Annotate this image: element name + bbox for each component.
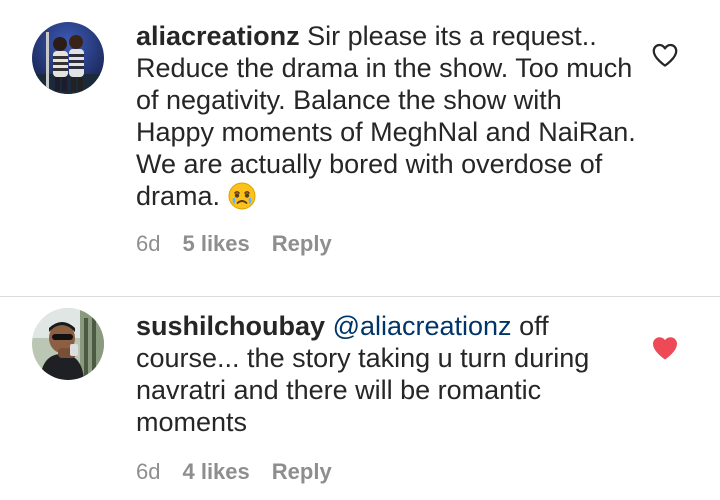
- avatar-photo: [32, 308, 104, 380]
- comment-meta: 6d 5 likes Reply: [136, 231, 332, 257]
- avatar[interactable]: [32, 308, 104, 380]
- comment-username[interactable]: aliacreationz: [136, 21, 300, 51]
- reply-button[interactable]: Reply: [272, 231, 332, 257]
- mention-link[interactable]: @aliacreationz: [333, 311, 512, 341]
- crying-face-emoji: [228, 182, 256, 210]
- comment-item: sushilchoubay @aliacreationz off course.…: [0, 297, 720, 500]
- comment-username[interactable]: sushilchoubay: [136, 311, 325, 341]
- comment-meta: 6d 4 likes Reply: [136, 459, 332, 485]
- avatar-photo: [32, 22, 104, 94]
- comment-time: 6d: [136, 459, 161, 484]
- comment-body: aliacreationz Sir please its a request..…: [136, 20, 636, 212]
- heart-outline-icon[interactable]: [650, 40, 680, 70]
- comment-item: aliacreationz Sir please its a request..…: [0, 0, 720, 296]
- likes-count[interactable]: 4 likes: [182, 459, 249, 485]
- avatar[interactable]: [32, 22, 104, 94]
- comment-body: sushilchoubay @aliacreationz off course.…: [136, 310, 636, 438]
- comment-time: 6d: [136, 231, 161, 256]
- heart-filled-icon[interactable]: [650, 333, 680, 363]
- reply-button[interactable]: Reply: [272, 459, 332, 485]
- likes-count[interactable]: 5 likes: [182, 231, 249, 257]
